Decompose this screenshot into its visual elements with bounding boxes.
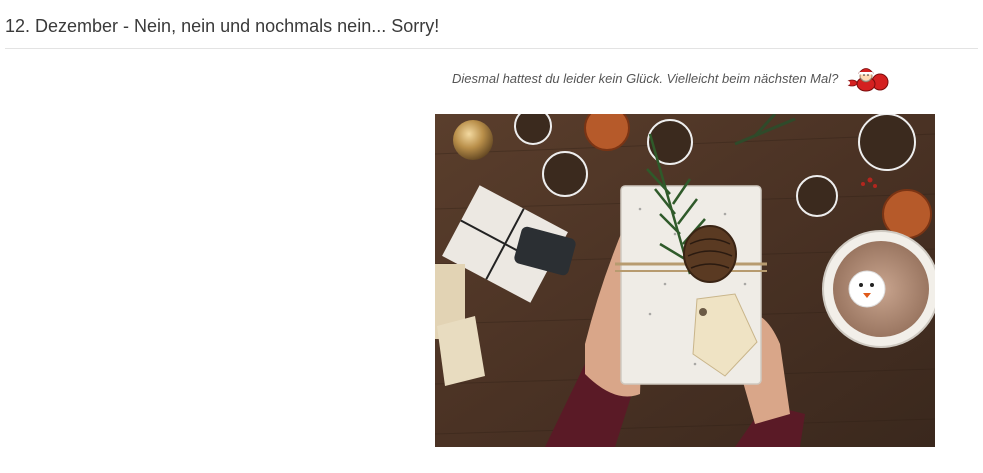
result-message-row: Diesmal hattest du leider kein Glück. Vi…: [452, 64, 890, 92]
photo-fade-edge: [935, 330, 983, 473]
title-divider: [5, 48, 978, 49]
result-message: Diesmal hattest du leider kein Glück. Vi…: [452, 70, 839, 86]
santa-claus-icon: [842, 64, 890, 92]
christmas-gift-photo: [435, 114, 935, 447]
page-title: 12. Dezember - Nein, nein und nochmals n…: [5, 16, 440, 36]
